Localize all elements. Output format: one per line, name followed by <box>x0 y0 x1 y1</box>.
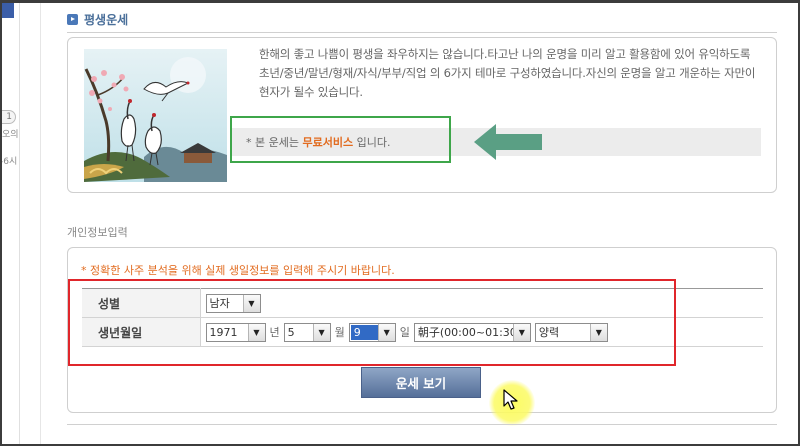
sidebar-partial-text: -6시 <box>0 157 18 167</box>
divider <box>67 32 777 33</box>
gender-select-value: 남자 <box>209 297 230 310</box>
form-section-label: 개인정보입력 <box>67 226 128 239</box>
chevron-down-icon[interactable]: ▼ <box>247 323 265 341</box>
month-select[interactable]: 5 ▼ <box>283 322 331 342</box>
crane-illustration <box>84 49 227 182</box>
year-select-value: 1971 <box>209 325 238 339</box>
form-notice: * 정확한 사주 분석을 위해 실제 생일정보를 입력해 주시기 바랍니다. <box>81 264 395 277</box>
main-content: 평생운세 한해의 좋고 나쁨이 평생을 좌우하지는 않습니다.타고난 나의 운명… <box>40 0 800 446</box>
year-unit-label: 년 <box>269 326 280 339</box>
calendar-type-select[interactable]: 양력 ▼ <box>534 322 608 342</box>
sidebar-blue-tab[interactable] <box>0 0 14 18</box>
sidebar-pill-button[interactable]: 1 <box>0 110 16 124</box>
chevron-down-icon[interactable]: ▼ <box>377 323 395 341</box>
month-unit-label: 월 <box>334 326 345 339</box>
gender-label: 성별 <box>82 288 201 318</box>
chevron-down-icon[interactable]: ▼ <box>242 294 260 312</box>
info-table: 성별 남자 ▼ 생년월일 1971 ▼ 년 5 ▼ 월 9 ▼ 일 朝子(00:… <box>82 288 763 347</box>
intro-description: 한해의 좋고 나쁨이 평생을 좌우하지는 않습니다.타고난 나의 운명을 미리 … <box>259 47 756 99</box>
hour-select[interactable]: 朝子(00:00~01:30) ▼ <box>413 322 531 342</box>
cursor-pointer-icon <box>503 389 518 410</box>
section-title: 평생운세 <box>67 12 129 27</box>
divider <box>67 424 777 425</box>
sidebar-partial-text: 오의 <box>2 130 19 140</box>
play-square-icon <box>67 13 78 25</box>
calendar-type-value: 양력 <box>538 326 560 339</box>
arrow-left-icon <box>474 124 542 160</box>
chevron-down-icon[interactable]: ▼ <box>512 323 530 341</box>
year-select[interactable]: 1971 ▼ <box>205 322 266 342</box>
gender-select[interactable]: 남자 ▼ <box>205 293 261 313</box>
birth-row: 생년월일 1971 ▼ 년 5 ▼ 월 9 ▼ 일 朝子(00:00~01:30… <box>82 317 763 347</box>
free-service-suffix: 입니다. <box>353 136 391 149</box>
section-title-text: 평생운세 <box>84 12 129 27</box>
birth-label: 생년월일 <box>82 317 201 347</box>
chevron-down-icon[interactable]: ▼ <box>312 323 330 341</box>
free-service-highlight: 무료서비스 <box>302 136 354 149</box>
day-unit-label: 일 <box>399 326 410 339</box>
day-select-value: 9 <box>350 324 378 340</box>
view-fortune-button[interactable]: 운세 보기 <box>361 367 481 398</box>
left-sidebar-fragment: 1 오의 -6시 <box>0 0 20 446</box>
hour-select-value: 朝子(00:00~01:30) <box>417 326 513 339</box>
gender-row: 성별 남자 ▼ <box>82 288 763 318</box>
chevron-down-icon[interactable]: ▼ <box>589 323 607 341</box>
intro-panel: 한해의 좋고 나쁨이 평생을 좌우하지는 않습니다.타고난 나의 운명을 미리 … <box>67 37 777 193</box>
day-select[interactable]: 9 ▼ <box>348 322 396 342</box>
free-service-text: * 본 운세는 무료서비스 입니다. <box>246 134 390 150</box>
month-select-value: 5 <box>287 325 295 339</box>
free-service-prefix: * 본 운세는 <box>246 136 303 149</box>
